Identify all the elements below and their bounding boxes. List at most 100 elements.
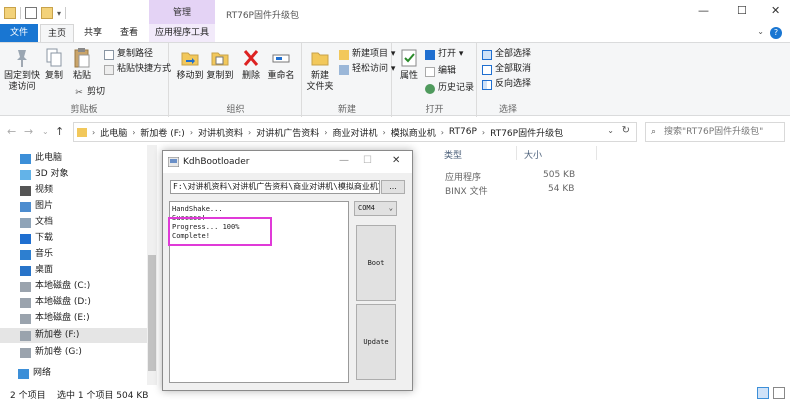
properties-icon <box>401 49 417 67</box>
nav-item-label: 3D 对象 <box>35 169 69 179</box>
column-header-type[interactable]: 类型 <box>444 148 462 161</box>
invert-selection-button[interactable]: 反向选择 <box>482 78 531 91</box>
up-arrow-icon[interactable]: ↑ <box>55 125 64 138</box>
scrollbar-thumb[interactable] <box>148 255 156 371</box>
tab-view[interactable]: 查看 <box>112 24 146 42</box>
firmware-path-field[interactable]: F:\对讲机资料\对讲机广告资料\商业对讲机\模拟商业机\ <box>170 180 380 194</box>
rename-button[interactable]: 重命名 <box>266 47 296 82</box>
delete-button[interactable]: 删除 <box>240 47 262 82</box>
breadcrumb-item[interactable]: 模拟商业机 <box>391 126 436 139</box>
file-type-cell[interactable]: 应用程序 <box>445 170 481 183</box>
nav-item-desktop[interactable]: 桌面 <box>20 263 53 278</box>
nav-item-label: 新加卷 (F:) <box>35 330 80 340</box>
new-item-button[interactable]: 新建项目 ▾ <box>339 48 395 61</box>
new-folder-icon[interactable] <box>41 7 53 19</box>
breadcrumb-separator[interactable]: › <box>132 128 135 137</box>
select-none-button[interactable]: 全部取消 <box>482 63 531 76</box>
browse-button[interactable]: ... <box>381 180 405 194</box>
forward-arrow-icon[interactable]: → <box>24 125 33 138</box>
file-size-cell[interactable]: 505 KB <box>543 170 575 180</box>
breadcrumb-item[interactable]: RT76P <box>449 127 477 137</box>
copy-path-button[interactable]: 复制路径 <box>104 48 153 61</box>
properties-check-icon[interactable] <box>25 7 37 19</box>
back-arrow-icon[interactable]: ← <box>7 125 16 138</box>
nav-item-drive-c[interactable]: 本地磁盘 (C:) <box>20 279 90 294</box>
breadcrumb-item[interactable]: 对讲机广告资料 <box>256 126 319 139</box>
nav-item-label: 桌面 <box>35 265 54 275</box>
nav-item-drive-d[interactable]: 本地磁盘 (D:) <box>20 295 91 310</box>
address-bar[interactable]: › 此电脑 › 新加卷 (F:) › 对讲机资料 › 对讲机广告资料 › 商业对… <box>73 122 637 142</box>
column-header-size[interactable]: 大小 <box>524 148 542 161</box>
maximize-button[interactable]: ☐ <box>737 4 747 17</box>
move-to-button[interactable]: 移动到 <box>176 47 204 82</box>
refresh-icon[interactable]: ↻ <box>622 125 630 136</box>
breadcrumb-separator[interactable]: › <box>324 128 327 137</box>
nav-item-drive-g[interactable]: 新加卷 (G:) <box>20 345 82 360</box>
breadcrumb-item[interactable]: 新加卷 (F:) <box>140 126 184 139</box>
copy-button[interactable]: 复制 <box>42 47 66 82</box>
breadcrumb-separator[interactable]: › <box>482 128 485 137</box>
dialog-title-bar[interactable]: KdhBootloader — ☐ ✕ <box>163 151 412 173</box>
breadcrumb-separator[interactable]: › <box>382 128 385 137</box>
easy-access-button[interactable]: 轻松访问 ▾ <box>339 63 395 76</box>
details-view-icon[interactable] <box>757 387 769 399</box>
column-divider[interactable] <box>516 146 517 160</box>
update-button[interactable]: Update <box>356 304 396 380</box>
nav-item-drive-e[interactable]: 本地磁盘 (E:) <box>20 311 90 326</box>
help-icon[interactable]: ? <box>770 27 782 39</box>
customize-quick-access-icon[interactable]: ▾ <box>57 9 61 18</box>
large-icons-view-icon[interactable] <box>773 387 785 399</box>
nav-item-music[interactable]: 音乐 <box>20 247 53 262</box>
dialog-close-button[interactable]: ✕ <box>392 155 400 166</box>
cut-button[interactable]: ✂ 剪切 <box>74 86 105 99</box>
nav-item-label: 此电脑 <box>35 153 63 163</box>
tab-application-tools[interactable]: 应用程序工具 <box>149 24 215 42</box>
nav-item-network[interactable]: 网络 <box>18 366 51 381</box>
ribbon-tabs: 文件 主页 共享 查看 应用程序工具 <box>0 24 790 42</box>
breadcrumb-item[interactable]: 对讲机资料 <box>198 126 243 139</box>
breadcrumb-item[interactable]: 此电脑 <box>100 126 127 139</box>
tab-file[interactable]: 文件 <box>0 24 38 42</box>
properties-button[interactable]: 属性 <box>397 47 421 82</box>
new-folder-button[interactable]: 新建 文件夹 <box>305 47 335 93</box>
nav-item-downloads[interactable]: 下载 <box>20 231 53 246</box>
paste-button[interactable]: 粘贴 <box>70 47 94 82</box>
com-port-select[interactable]: COM4 ⌄ <box>354 201 397 216</box>
nav-item-documents[interactable]: 文档 <box>20 215 53 230</box>
boot-button[interactable]: Boot <box>356 225 396 301</box>
column-divider[interactable] <box>596 146 597 160</box>
address-dropdown-icon[interactable]: ⌄ <box>607 126 614 135</box>
paste-shortcut-button[interactable]: 粘贴快捷方式 <box>104 63 171 76</box>
nav-item-3d-objects[interactable]: 3D 对象 <box>20 167 69 182</box>
tab-share[interactable]: 共享 <box>76 24 110 42</box>
breadcrumb-item[interactable]: RT76P固件升级包 <box>490 126 563 139</box>
minimize-button[interactable]: — <box>698 4 709 17</box>
tab-home[interactable]: 主页 <box>40 24 74 42</box>
copy-path-icon <box>104 49 114 60</box>
select-all-button[interactable]: 全部选择 <box>482 48 531 61</box>
breadcrumb-item[interactable]: 商业对讲机 <box>332 126 377 139</box>
history-button[interactable]: 历史记录 <box>425 82 474 95</box>
address-row: ← → ⌄ ↑ › 此电脑 › 新加卷 (F:) › 对讲机资料 › 对讲机广告… <box>0 117 790 145</box>
dialog-minimize-button[interactable]: — <box>339 155 349 166</box>
open-label: 打开 ▾ <box>438 49 464 59</box>
copy-to-button[interactable]: 复制到 <box>206 47 234 82</box>
file-type-cell[interactable]: BINX 文件 <box>445 184 488 197</box>
search-input[interactable]: ⌕ 搜索"RT76P固件升级包" <box>645 122 785 142</box>
open-button[interactable]: 打开 ▾ <box>425 48 463 61</box>
breadcrumb-separator[interactable]: › <box>441 128 444 137</box>
edit-button[interactable]: 编辑 <box>425 65 456 78</box>
recent-locations-icon[interactable]: ⌄ <box>42 127 49 136</box>
collapse-ribbon-icon[interactable]: ⌄ <box>757 27 764 36</box>
close-button[interactable]: ✕ <box>771 4 780 17</box>
pin-button[interactable]: 固定到快 速访问 <box>4 47 40 93</box>
file-size-cell[interactable]: 54 KB <box>548 184 574 194</box>
nav-item-drive-f[interactable]: 新加卷 (F:) <box>0 328 147 343</box>
tab-manage[interactable]: 管理 <box>149 0 215 24</box>
nav-item-pictures[interactable]: 图片 <box>20 199 53 214</box>
breadcrumb-separator[interactable]: › <box>248 128 251 137</box>
nav-item-this-pc[interactable]: 此电脑 <box>20 151 62 166</box>
nav-item-videos[interactable]: 视频 <box>20 183 53 198</box>
nav-scrollbar[interactable] <box>147 145 157 385</box>
breadcrumb-separator[interactable]: › <box>190 128 193 137</box>
